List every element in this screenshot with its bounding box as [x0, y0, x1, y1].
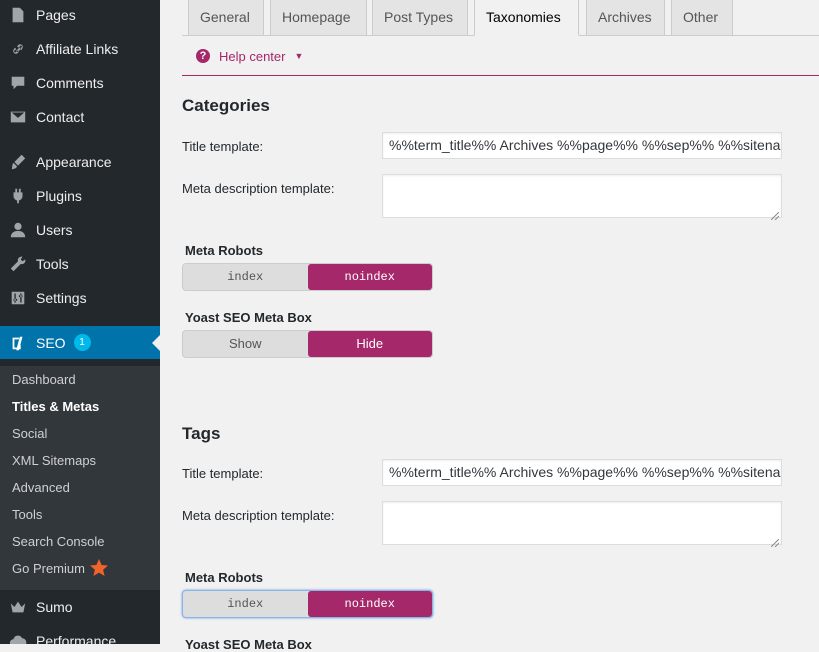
tags-robots-noindex-option[interactable]: noindex — [307, 591, 432, 617]
tab-other[interactable]: Other — [671, 0, 733, 35]
tab-post-types[interactable]: Post Types — [372, 0, 468, 35]
menu-item-tools[interactable]: Tools — [0, 247, 160, 281]
submenu-item-social[interactable]: Social — [12, 420, 47, 447]
menu-item-plugins[interactable]: Plugins — [0, 179, 160, 213]
tags-meta-description-textarea[interactable] — [382, 501, 782, 548]
menu-label: Plugins — [36, 188, 82, 204]
submenu-item-go-premium[interactable]: Go Premium — [12, 555, 109, 582]
link-icon — [9, 40, 27, 58]
help-center-toggle[interactable]: ? Help center ▼ — [196, 47, 303, 65]
update-count-badge: 1 — [73, 334, 91, 351]
categories-robots-index-option[interactable]: index — [183, 264, 308, 290]
categories-heading: Categories — [182, 96, 270, 115]
seo-submenu: Dashboard Titles & Metas Social XML Site… — [0, 366, 160, 590]
star-icon — [89, 558, 109, 578]
tags-title-template-input[interactable]: %%term_title%% Archives %%page%% %%sep%%… — [382, 459, 782, 486]
help-divider — [182, 75, 819, 76]
crown-icon — [9, 598, 27, 616]
menu-item-settings[interactable]: Settings — [0, 281, 160, 315]
categories-meta-box-label: Yoast SEO Meta Box — [185, 310, 312, 325]
resize-grip-icon[interactable] — [770, 207, 780, 221]
categories-meta-description-textarea[interactable] — [382, 174, 782, 221]
resize-grip-icon[interactable] — [770, 534, 780, 548]
submenu-item-tools[interactable]: Tools — [12, 501, 42, 528]
menu-item-pages[interactable]: Pages — [0, 0, 160, 32]
menu-item-contact[interactable]: Contact — [0, 100, 160, 134]
menu-label: SEO — [36, 334, 66, 351]
menu-label: Sumo — [36, 599, 73, 615]
envelope-icon — [9, 108, 27, 126]
categories-robots-noindex-option[interactable]: noindex — [307, 264, 432, 290]
tags-title-template-label: Title template: — [182, 466, 264, 481]
categories-meta-description-label: Meta description template: — [182, 181, 335, 196]
tags-heading: Tags — [182, 424, 221, 443]
pages-icon — [9, 6, 27, 24]
menu-item-comments[interactable]: Comments — [0, 66, 160, 100]
tags-meta-description-label: Meta description template: — [182, 508, 335, 523]
menu-item-affiliate-links[interactable]: Affiliate Links — [0, 32, 160, 66]
submenu-item-search-console[interactable]: Search Console — [12, 528, 105, 555]
menu-item-performance[interactable]: Performance — [0, 624, 160, 644]
categories-meta-robots-label: Meta Robots — [185, 243, 263, 258]
menu-item-sumo[interactable]: Sumo — [0, 590, 160, 624]
submenu-label: Go Premium — [12, 561, 85, 576]
tags-meta-robots-label: Meta Robots — [185, 570, 263, 585]
tags-robots-index-option[interactable]: index — [183, 591, 308, 617]
categories-title-template-label: Title template: — [182, 139, 264, 154]
menu-item-appearance[interactable]: Appearance — [0, 145, 160, 179]
admin-sidebar: Pages Affiliate Links Comments Contact A… — [0, 0, 160, 644]
submenu-item-titles-metas[interactable]: Titles & Metas — [12, 393, 99, 420]
tags-meta-box-label: Yoast SEO Meta Box — [185, 637, 312, 652]
categories-metabox-hide-option[interactable]: Hide — [307, 331, 432, 357]
tab-general[interactable]: General — [188, 0, 264, 35]
paintbrush-icon — [9, 153, 27, 171]
menu-item-seo[interactable]: SEO 1 — [0, 326, 160, 359]
menu-label: Pages — [36, 7, 76, 23]
yoast-icon — [9, 334, 27, 352]
submenu-item-advanced[interactable]: Advanced — [12, 474, 70, 501]
menu-label: Performance — [36, 633, 117, 644]
submenu-item-xml-sitemaps[interactable]: XML Sitemaps — [12, 447, 96, 474]
question-circle-icon: ? — [196, 49, 210, 63]
menu-label: Affiliate Links — [36, 41, 119, 57]
tab-taxonomies[interactable]: Taxonomies — [474, 0, 579, 36]
menu-label: Tools — [36, 256, 69, 272]
menu-label: Settings — [36, 290, 87, 306]
plug-icon — [9, 187, 27, 205]
menu-label: Users — [36, 222, 73, 238]
caret-down-icon: ▼ — [294, 51, 304, 61]
categories-title-template-input[interactable]: %%term_title%% Archives %%page%% %%sep%%… — [382, 132, 782, 159]
comment-icon — [9, 74, 27, 92]
sliders-icon — [9, 289, 27, 307]
menu-label: Contact — [36, 109, 85, 125]
categories-meta-robots-switch: index noindex — [182, 263, 433, 291]
categories-meta-box-switch: Show Hide — [182, 330, 433, 358]
wrench-icon — [9, 255, 27, 273]
menu-item-users[interactable]: Users — [0, 213, 160, 247]
user-icon — [9, 221, 27, 239]
cloud-icon — [9, 632, 27, 644]
tab-archives[interactable]: Archives — [586, 0, 665, 35]
tags-meta-robots-switch: index noindex — [182, 590, 433, 618]
tab-homepage[interactable]: Homepage — [270, 0, 367, 35]
categories-metabox-show-option[interactable]: Show — [183, 331, 308, 357]
menu-label: Comments — [36, 75, 104, 91]
submenu-item-dashboard[interactable]: Dashboard — [12, 366, 76, 393]
help-center-label: Help center — [219, 48, 286, 64]
menu-label: Appearance — [36, 154, 112, 170]
